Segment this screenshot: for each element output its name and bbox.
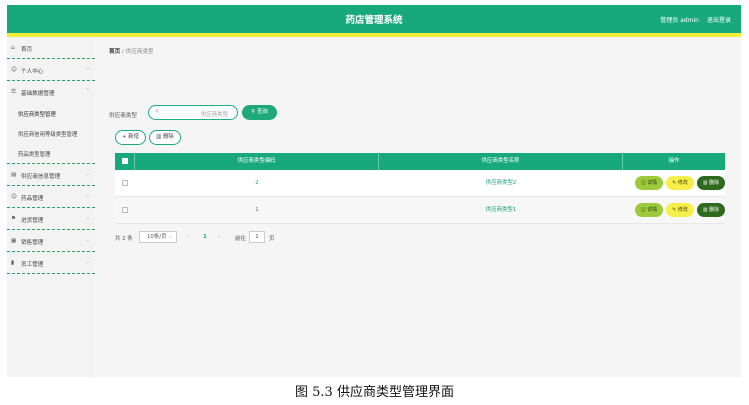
column-header-name[interactable]: 供应商类型名称 — [379, 153, 623, 170]
list-icon: ☰ — [11, 89, 17, 95]
sidebar-item-label: 员工管理 — [21, 262, 44, 268]
delete-button[interactable]: ▥ 删除 — [697, 176, 725, 190]
batch-delete-button[interactable]: ▥ 删除 — [149, 130, 181, 145]
sidebar-subitem-drug-type[interactable]: 药品类型管理 — [7, 143, 95, 164]
edit-button[interactable]: ✎ 修改 — [666, 203, 694, 217]
table-row: 1 供应商类型1 ◫ 详情 ✎ 修改 ▥ 删除 — [115, 197, 725, 224]
sidebar-item-label: 首页 — [21, 47, 33, 53]
batch-delete-label: 删除 — [163, 134, 174, 140]
search-button[interactable]: ⚲ 查询 — [242, 105, 277, 120]
sidebar-item-label: 供应商信息管理 — [21, 174, 61, 180]
chevron-down-icon: ⌄ — [85, 215, 90, 221]
sidebar-subitem-label: 药品类型管理 — [18, 152, 51, 158]
page-size-select[interactable]: 10条/页 ⌄ — [139, 231, 177, 243]
goto-label: 前往 — [235, 236, 246, 242]
delete-label: 删除 — [709, 180, 720, 186]
sidebar-item-label: 药品管理 — [21, 196, 44, 202]
delete-label: 删除 — [709, 207, 720, 213]
sidebar-subitem-label: 供应商类型管理 — [18, 112, 56, 118]
logout-link[interactable]: 退出登录 — [707, 15, 731, 24]
prev-page-button[interactable]: ‹ — [187, 234, 189, 240]
search-input[interactable]: ⚲ 供应商类型 — [148, 105, 238, 120]
detail-label: 详情 — [647, 207, 658, 213]
sidebar-item-label: 个人中心 — [21, 69, 44, 75]
breadcrumb: 首页 / 供应商类型 — [109, 47, 154, 55]
search-icon: ⚲ — [155, 109, 159, 115]
search-label: 供应商类型 — [109, 113, 137, 119]
cell-name: 供应商类型2 — [485, 180, 517, 186]
picture-icon: ▦ — [11, 238, 17, 244]
edit-button[interactable]: ✎ 修改 — [666, 176, 694, 190]
figure-caption: 图 5.3 供应商类型管理界面 — [295, 385, 454, 400]
current-user: 管理员 admin — [660, 17, 699, 24]
search-placeholder: 供应商类型 — [201, 112, 228, 118]
user-icon: ☺ — [11, 67, 17, 73]
sidebar-item-label: 基础数据管理 — [21, 91, 55, 97]
total-count: 共 2 条 — [115, 236, 133, 242]
cell-code: 1 — [255, 207, 259, 213]
app-window: 药店管理系统 管理员 admin 退出登录 ⌂ 首页 ☺ 个人中心 ⌄ ☰ 基础… — [7, 5, 741, 377]
detail-button[interactable]: ◫ 详情 — [635, 203, 663, 217]
message-icon: ▤ — [11, 172, 17, 178]
search-button-label: 查询 — [256, 109, 268, 115]
main-content: 首页 / 供应商类型 供应商类型 ⚲ 供应商类型 ⚲ 查询 + 新增 ▥ 删除 … — [101, 38, 741, 377]
sidebar-item-purchase[interactable]: ⚑ 进货管理 ⌄ — [7, 208, 95, 230]
select-all-checkbox[interactable] — [122, 158, 128, 164]
sidebar-item-staff[interactable]: ▮ 员工管理 ⌄ — [7, 252, 95, 274]
header-select-cell — [115, 153, 135, 170]
breadcrumb-current: 供应商类型 — [125, 49, 154, 55]
detail-button[interactable]: ◫ 详情 — [635, 176, 663, 190]
row-checkbox[interactable] — [122, 207, 128, 213]
page-size-value: 10条/页 — [147, 234, 167, 240]
chevron-down-icon: ⌄ — [85, 193, 90, 199]
pagination: 共 2 条 10条/页 ⌄ ‹ 1 › 前往 1 页 — [115, 231, 415, 245]
sidebar-item-supplier-info[interactable]: ▤ 供应商信息管理 ⌄ — [7, 164, 95, 186]
edit-label: 修改 — [677, 207, 688, 213]
page-unit-label: 页 — [269, 236, 275, 242]
column-header-actions: 操作 — [668, 158, 680, 164]
home-icon: ⌂ — [11, 45, 15, 51]
chevron-down-icon: ⌄ — [85, 259, 90, 265]
add-button[interactable]: + 新增 — [115, 130, 146, 145]
bar-chart-icon: ▮ — [11, 260, 15, 266]
chevron-down-icon: ⌄ — [168, 234, 173, 240]
sidebar-subitem-supplier-credit[interactable]: 供应商信用等级类型管理 — [7, 123, 95, 143]
delete-button[interactable]: ▥ 删除 — [697, 203, 725, 217]
goto-page-input[interactable]: 1 — [249, 231, 265, 243]
app-title: 药店管理系统 — [345, 15, 403, 26]
header-accent-stripe — [7, 33, 741, 37]
current-page[interactable]: 1 — [203, 234, 207, 240]
next-page-button[interactable]: › — [218, 234, 220, 240]
sidebar-item-sales[interactable]: ▦ 销售管理 ⌄ — [7, 230, 95, 252]
table-row: 2 供应商类型2 ◫ 详情 ✎ 修改 ▥ 删除 — [115, 170, 725, 197]
column-header-code[interactable]: 供应商类型编码 — [135, 153, 379, 170]
chevron-down-icon: ⌄ — [85, 237, 90, 243]
edit-label: 修改 — [677, 180, 688, 186]
sidebar-item-home[interactable]: ⌂ 首页 — [7, 37, 95, 59]
breadcrumb-home[interactable]: 首页 — [109, 49, 120, 55]
chevron-up-icon: ⌃ — [85, 88, 90, 94]
user-icon: ☺ — [11, 194, 17, 200]
sidebar-item-profile[interactable]: ☺ 个人中心 ⌄ — [7, 59, 95, 81]
cell-code: 2 — [255, 180, 259, 186]
sidebar-item-label: 销售管理 — [21, 240, 44, 246]
top-header: 药店管理系统 管理员 admin 退出登录 — [7, 5, 741, 33]
chevron-down-icon: ⌄ — [85, 171, 90, 177]
flag-icon: ⚑ — [11, 216, 17, 222]
cell-name: 供应商类型1 — [485, 207, 517, 213]
chevron-down-icon: ⌄ — [85, 66, 90, 72]
breadcrumb-separator: / — [121, 49, 124, 55]
sidebar-item-drugs[interactable]: ☺ 药品管理 ⌄ — [7, 186, 95, 208]
sidebar: ⌂ 首页 ☺ 个人中心 ⌄ ☰ 基础数据管理 ⌃ 供应商类型管理 供应商信用等级… — [7, 37, 95, 377]
sidebar-item-label: 进货管理 — [21, 218, 44, 224]
sidebar-item-base-data[interactable]: ☰ 基础数据管理 ⌃ — [7, 81, 95, 103]
trash-icon: ▥ — [156, 134, 163, 140]
detail-label: 详情 — [647, 180, 658, 186]
sidebar-subitem-label: 供应商信用等级类型管理 — [18, 132, 78, 138]
table-header: 供应商类型编码 供应商类型名称 操作 — [115, 153, 725, 170]
row-checkbox[interactable] — [122, 180, 128, 186]
sidebar-subitem-supplier-type[interactable]: 供应商类型管理 — [7, 103, 95, 123]
